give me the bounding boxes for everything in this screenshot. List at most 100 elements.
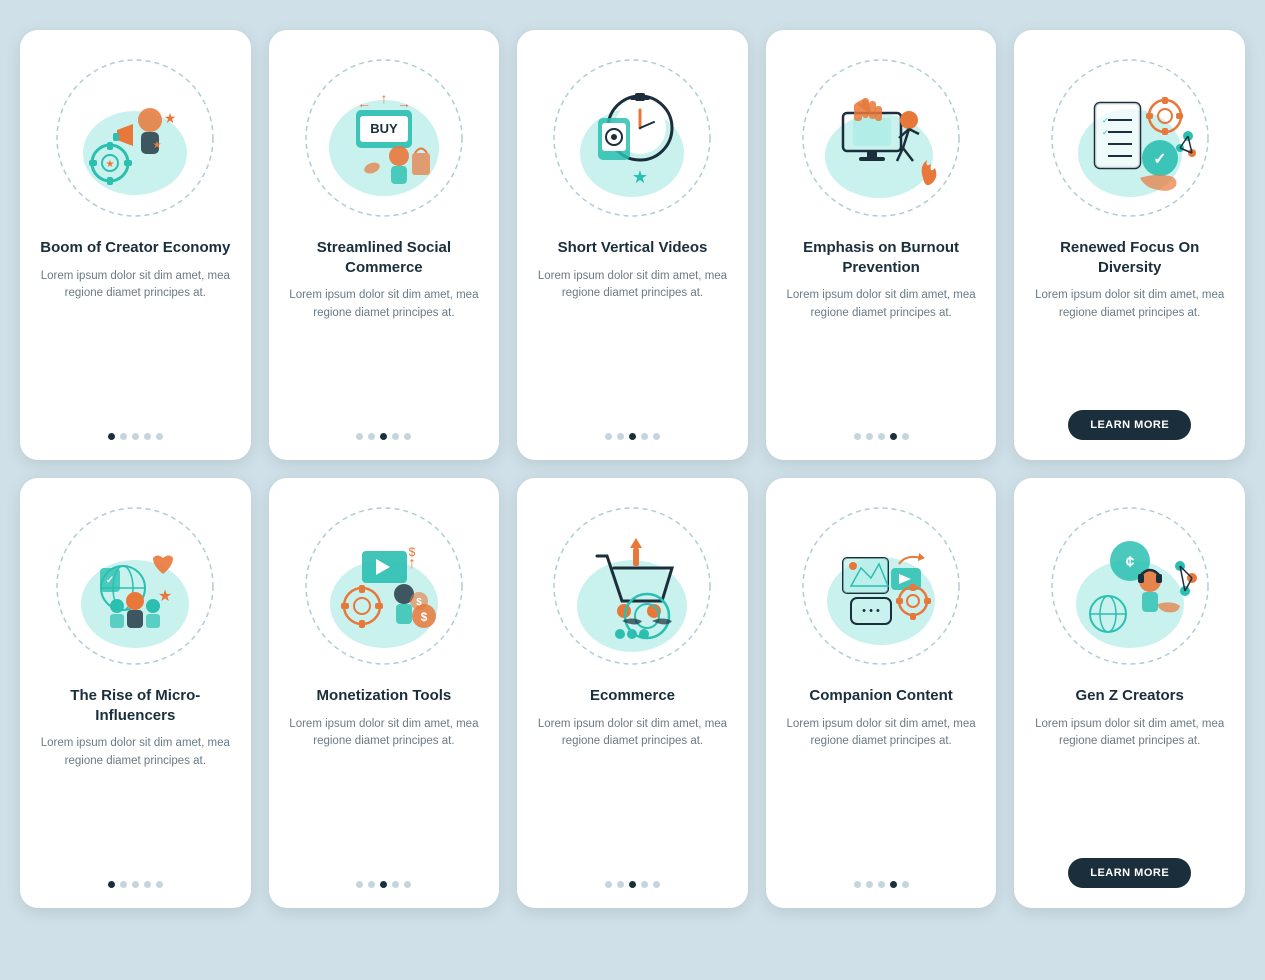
card-title-diversity: Renewed Focus On Diversity — [1030, 238, 1229, 277]
card-vertical-videos: ★ Short Vertical Videos Lorem ipsum dolo… — [517, 30, 748, 460]
card-title-social-commerce: Streamlined Social Commerce — [285, 238, 484, 277]
card-social-commerce: BUY ← → ↑ Streamlined Social Commerce Lo… — [269, 30, 500, 460]
svg-text:$: $ — [416, 597, 422, 608]
card-desc-burnout-prevention: Lorem ipsum dolor sit dim amet, mea regi… — [782, 287, 981, 419]
dot — [866, 433, 873, 440]
card-title-creator-economy: Boom of Creator Economy — [40, 238, 230, 258]
card-dots-vertical-videos — [605, 433, 660, 440]
dot — [144, 881, 151, 888]
card-desc-companion-content: Lorem ipsum dolor sit dim amet, mea regi… — [782, 716, 981, 868]
card-title-monetization-tools: Monetization Tools — [317, 686, 452, 706]
dot — [392, 881, 399, 888]
card-diversity: ✓ ✓ ✓ — [1014, 30, 1245, 460]
dot — [120, 433, 127, 440]
dot — [380, 433, 387, 440]
dot — [866, 881, 873, 888]
dot — [878, 433, 885, 440]
svg-text:★: ★ — [158, 588, 172, 605]
card-title-gen-z-creators: Gen Z Creators — [1076, 686, 1184, 706]
card-icon-burnout-prevention — [791, 48, 971, 228]
svg-text:★: ★ — [153, 140, 162, 151]
dot — [108, 433, 115, 440]
card-desc-social-commerce: Lorem ipsum dolor sit dim amet, mea regi… — [285, 287, 484, 419]
learn-more-button-gen-z[interactable]: LEARN MORE — [1068, 858, 1191, 888]
dot — [878, 881, 885, 888]
dot — [404, 433, 411, 440]
dot — [132, 881, 139, 888]
card-icon-creator-economy: ★ ★ ★ — [45, 48, 225, 228]
card-dots-burnout-prevention — [854, 433, 909, 440]
dot — [368, 433, 375, 440]
svg-text:• • •: • • • — [862, 605, 880, 617]
dot — [144, 433, 151, 440]
card-bottom-gen-z-creators: LEARN MORE — [1030, 858, 1229, 888]
card-icon-gen-z-creators: ¢ — [1040, 496, 1220, 676]
dot — [617, 433, 624, 440]
dot — [392, 433, 399, 440]
card-dots-social-commerce — [356, 433, 411, 440]
svg-text:→: → — [397, 95, 411, 111]
card-desc-creator-economy: Lorem ipsum dolor sit dim amet, mea regi… — [36, 268, 235, 420]
svg-text:✓: ✓ — [1153, 151, 1166, 168]
card-title-ecommerce: Ecommerce — [590, 686, 675, 706]
card-icon-ecommerce — [542, 496, 722, 676]
card-title-companion-content: Companion Content — [809, 686, 952, 706]
card-title-burnout-prevention: Emphasis on Burnout Prevention — [782, 238, 981, 277]
dot — [156, 881, 163, 888]
svg-text:BUY: BUY — [370, 121, 398, 136]
card-desc-gen-z-creators: Lorem ipsum dolor sit dim amet, mea regi… — [1030, 716, 1229, 845]
card-dots-companion-content — [854, 881, 909, 888]
card-desc-vertical-videos: Lorem ipsum dolor sit dim amet, mea regi… — [533, 268, 732, 420]
dot — [368, 881, 375, 888]
dot — [890, 881, 897, 888]
card-desc-ecommerce: Lorem ipsum dolor sit dim amet, mea regi… — [533, 716, 732, 868]
card-desc-diversity: Lorem ipsum dolor sit dim amet, mea regi… — [1030, 287, 1229, 396]
svg-text:★: ★ — [106, 159, 115, 170]
learn-more-button-diversity[interactable]: LEARN MORE — [1068, 410, 1191, 440]
svg-text:$: $ — [409, 545, 416, 559]
dot — [902, 433, 909, 440]
dot — [605, 881, 612, 888]
svg-text:★: ★ — [164, 110, 177, 126]
dot — [404, 881, 411, 888]
card-icon-micro-influencers: ✓ ★ — [45, 496, 225, 676]
dot — [653, 881, 660, 888]
dot — [356, 881, 363, 888]
card-dots-creator-economy — [108, 433, 163, 440]
dot — [120, 881, 127, 888]
dot — [108, 881, 115, 888]
dot — [653, 433, 660, 440]
card-desc-micro-influencers: Lorem ipsum dolor sit dim amet, mea regi… — [36, 735, 235, 867]
card-dots-micro-influencers — [108, 881, 163, 888]
dot — [605, 433, 612, 440]
card-monetization-tools: ↑ $ $ $ Monetization Tools Lor — [269, 478, 500, 908]
card-burnout-prevention: Emphasis on Burnout Prevention Lorem ips… — [766, 30, 997, 460]
card-bottom-diversity: LEARN MORE — [1030, 410, 1229, 440]
card-creator-economy: ★ ★ ★ Boom of Creator Economy Lorem ipsu… — [20, 30, 251, 460]
dot — [890, 433, 897, 440]
card-icon-diversity: ✓ ✓ ✓ — [1040, 48, 1220, 228]
dot — [641, 433, 648, 440]
card-gen-z-creators: ¢ — [1014, 478, 1245, 908]
dot — [902, 881, 909, 888]
svg-text:★: ★ — [632, 167, 648, 187]
card-title-vertical-videos: Short Vertical Videos — [558, 238, 708, 258]
svg-text:✓: ✓ — [1102, 128, 1109, 137]
svg-text:←: ← — [357, 95, 371, 111]
dot — [156, 433, 163, 440]
svg-text:✓: ✓ — [106, 575, 114, 586]
card-desc-monetization-tools: Lorem ipsum dolor sit dim amet, mea regi… — [285, 716, 484, 868]
card-ecommerce: Ecommerce Lorem ipsum dolor sit dim amet… — [517, 478, 748, 908]
cards-grid: ★ ★ ★ Boom of Creator Economy Lorem ipsu… — [20, 30, 1245, 908]
card-title-micro-influencers: The Rise of Micro-Influencers — [36, 686, 235, 725]
card-icon-vertical-videos: ★ — [542, 48, 722, 228]
dot — [380, 881, 387, 888]
svg-text:✓: ✓ — [1102, 116, 1109, 125]
dot — [356, 433, 363, 440]
svg-text:↑: ↑ — [380, 90, 387, 106]
dot — [132, 433, 139, 440]
card-dots-monetization-tools — [356, 881, 411, 888]
dot — [629, 433, 636, 440]
dot — [854, 433, 861, 440]
dot — [641, 881, 648, 888]
